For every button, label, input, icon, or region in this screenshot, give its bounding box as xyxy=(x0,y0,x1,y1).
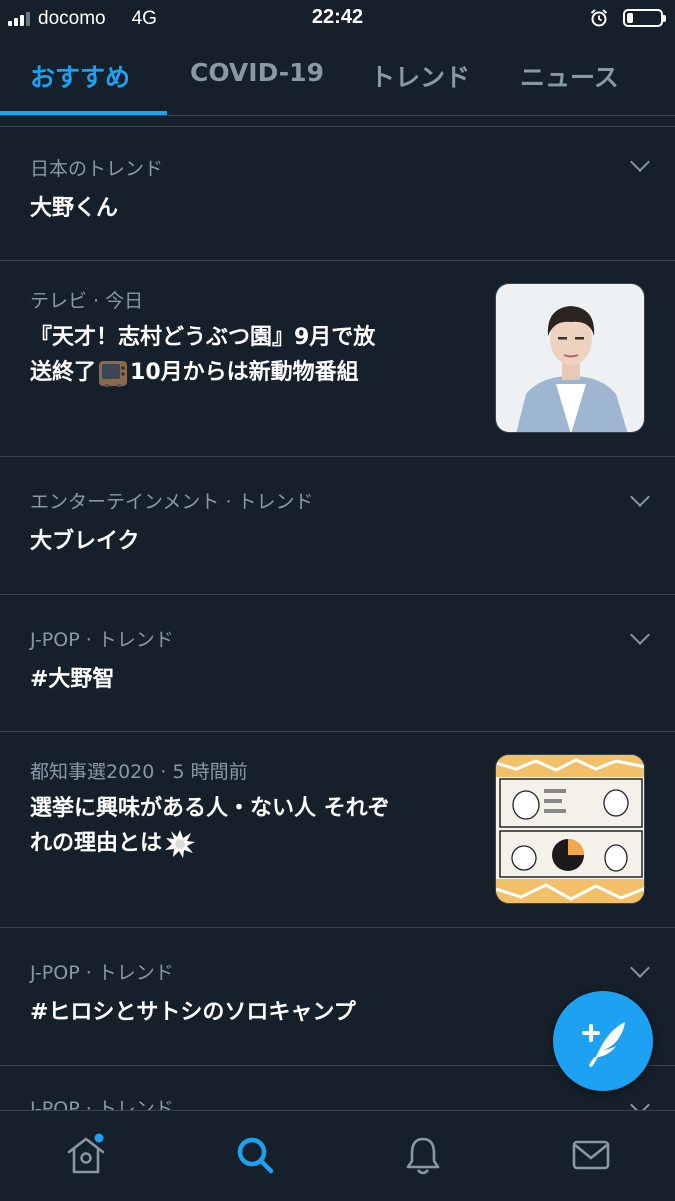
search-icon xyxy=(237,1137,274,1174)
tab-trends[interactable]: トレンド xyxy=(370,58,470,94)
chevron-down-icon[interactable] xyxy=(630,625,650,645)
person-photo xyxy=(496,284,644,432)
compose-tweet-icon xyxy=(582,1022,625,1067)
trend-title: 大ブレイク xyxy=(30,529,140,554)
tab-covid19[interactable]: COVID-19 xyxy=(190,58,324,87)
trend-meta: テレビ · 今日 xyxy=(30,290,144,312)
messages-tab[interactable] xyxy=(569,1133,613,1177)
trend-title-line: 『天才！志村どうぶつ園』9月で放 xyxy=(30,325,376,350)
home-tab[interactable] xyxy=(64,1133,108,1177)
bottom-navigation xyxy=(0,1110,675,1201)
chevron-down-icon[interactable] xyxy=(630,152,650,172)
alarm-icon xyxy=(590,9,608,27)
trend-meta: J-POP · トレンド xyxy=(30,1098,174,1110)
trend-meta: 日本のトレンド xyxy=(30,158,164,180)
status-bar: docomo 4G 22:42 xyxy=(0,0,675,40)
chevron-down-icon[interactable] xyxy=(630,958,650,978)
trend-title: 選挙に興味がある人・ない人 それぞ れの理由とは xyxy=(30,791,480,861)
trend-item[interactable]: 都知事選2020 · 5 時間前 選挙に興味がある人・ない人 それぞ れの理由と… xyxy=(0,732,675,928)
notification-dot xyxy=(94,1133,104,1143)
trend-meta: 都知事選2020 · 5 時間前 xyxy=(30,761,248,783)
trend-thumbnail[interactable] xyxy=(495,754,645,904)
manga-photo xyxy=(496,755,644,903)
trend-title-line: 送終了 xyxy=(30,360,97,385)
chevron-down-icon[interactable] xyxy=(630,1095,650,1110)
trend-item[interactable]: テレビ · 今日 『天才！志村どうぶつ園』9月で放 送終了 10月からは新動物番… xyxy=(0,261,675,457)
explore-tabs: おすすめ COVID-19 トレンド ニュース xyxy=(0,40,675,116)
tab-news[interactable]: ニュース xyxy=(520,58,619,94)
trend-title-line: れの理由とは xyxy=(30,831,163,856)
trend-meta: J-POP · トレンド xyxy=(30,629,174,651)
search-tab[interactable] xyxy=(233,1133,277,1177)
trend-meta: エンターテインメント · トレンド xyxy=(30,491,314,513)
trend-title: #大野智 xyxy=(30,667,115,692)
trend-thumbnail[interactable] xyxy=(495,283,645,433)
anger-burst-icon xyxy=(165,829,196,858)
mail-icon xyxy=(572,1140,610,1170)
chevron-down-icon[interactable] xyxy=(630,487,650,507)
trend-item[interactable]: エンターテインメント · トレンド 大ブレイク xyxy=(0,457,675,595)
notifications-tab[interactable] xyxy=(401,1133,445,1177)
trend-title-line: 選挙に興味がある人・ない人 それぞ xyxy=(30,796,390,821)
tab-recommended[interactable]: おすすめ xyxy=(30,58,130,94)
battery-icon xyxy=(623,9,666,27)
trend-title: 『天才！志村どうぶつ園』9月で放 送終了 10月からは新動物番組 xyxy=(30,320,470,390)
compose-tweet-button[interactable] xyxy=(553,991,653,1091)
trend-title: #ヒロシとサトシのソロキャンプ xyxy=(30,1000,356,1025)
trend-title-line: 10月からは新動物番組 xyxy=(130,360,359,385)
clock: 22:42 xyxy=(311,6,364,28)
home-icon xyxy=(67,1133,105,1174)
bell-icon xyxy=(406,1137,440,1175)
trend-item[interactable]: 日本のトレンド 大野くん xyxy=(0,127,675,261)
trend-meta: J-POP · トレンド xyxy=(30,962,174,984)
trend-item[interactable]: J-POP · トレンド #大野智 xyxy=(0,595,675,732)
active-tab-indicator xyxy=(0,111,167,115)
tv-icon xyxy=(99,360,128,387)
trend-title: 大野くん xyxy=(30,196,119,221)
